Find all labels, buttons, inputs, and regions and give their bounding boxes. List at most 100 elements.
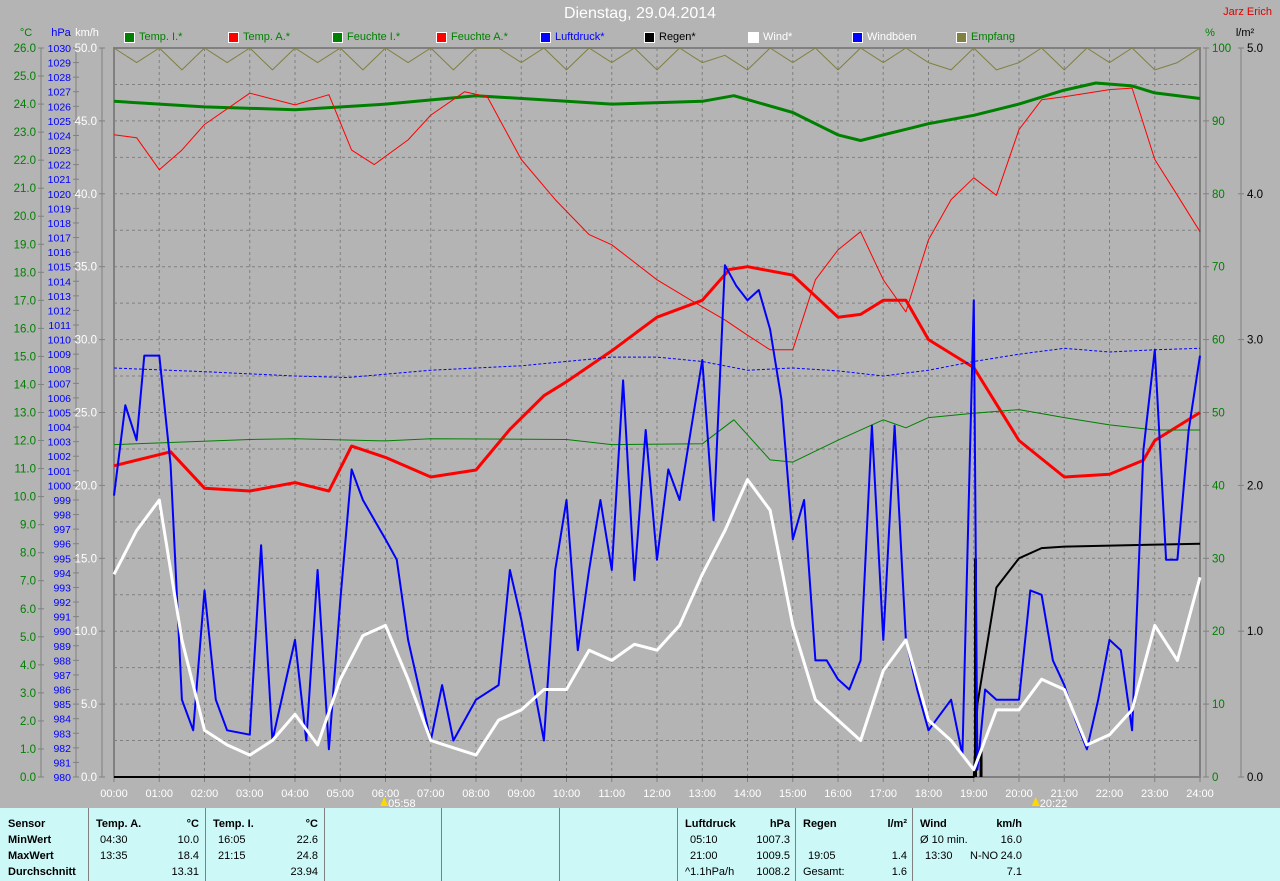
temp-axis-label: 10.0	[14, 492, 36, 504]
pressure-min-time: 05:10	[690, 834, 718, 846]
stats-row-max: MaxWert	[8, 850, 54, 862]
temp-axis-unit: °C	[20, 27, 32, 39]
rain-axis-label: 0.0	[1247, 772, 1263, 784]
temp-axis-label: 3.0	[20, 688, 36, 700]
stats-unit-wind: km/h	[996, 818, 1022, 830]
pressure-axis-label: 1015	[48, 262, 72, 274]
temp-axis-label: 11.0	[14, 464, 36, 476]
pressure-axis-label: 1017	[48, 233, 72, 245]
statistics-panel: Sensor Temp. A. °C Temp. I. °C Luftdruck…	[0, 808, 1280, 881]
legend-item-regen: Regen*	[644, 31, 748, 43]
humidity-axis-label: 10	[1212, 699, 1225, 711]
temp-axis-label: 23.0	[14, 127, 36, 139]
wind-axis-label: 5.0	[81, 699, 97, 711]
stats-unit-temp-a: °C	[186, 818, 199, 830]
pressure-axis-label: 1020	[48, 189, 72, 201]
temp-axis-label: 18.0	[14, 267, 36, 279]
x-tick-label: 13:00	[688, 788, 716, 800]
pressure-axis-label: 1029	[48, 58, 72, 70]
legend-swatch	[124, 31, 135, 43]
x-tick-label: 18:00	[915, 788, 943, 800]
pressure-axis-label: 987	[53, 670, 71, 682]
humidity-axis-label: 70	[1212, 262, 1225, 274]
wind-max-time: 13:30	[925, 850, 953, 862]
temp-a-min: 10.0	[177, 834, 199, 846]
x-tick-label: 11:00	[598, 788, 625, 800]
chart-title: Dienstag, 29.04.2014	[563, 5, 717, 22]
pressure-max-time: 21:00	[690, 850, 718, 862]
pressure-axis-label: 1012	[48, 305, 72, 317]
legend-swatch	[748, 31, 759, 43]
pressure-axis-label: 1010	[48, 335, 72, 347]
stats-header-wind: Wind	[920, 818, 947, 830]
temp-a-max: 18.4	[177, 850, 199, 862]
wind-axis-label: 50.0	[75, 43, 97, 55]
stats-header-temp-a: Temp. A.	[96, 818, 142, 830]
pressure-axis-label: 981	[53, 757, 71, 769]
sunrise-label: 05:58	[388, 798, 416, 808]
pressure-axis-label: 986	[53, 685, 71, 697]
temp-axis-label: 21.0	[14, 183, 36, 195]
humidity-axis-label: 100	[1212, 43, 1231, 55]
pressure-axis-label: 1005	[48, 408, 72, 420]
legend-swatch	[228, 31, 239, 43]
legend-item-wind: Wind*	[748, 31, 852, 43]
stats-unit-rain: l/m²	[887, 818, 907, 830]
legend-swatch	[852, 31, 863, 43]
temp-axis-label: 6.0	[20, 604, 36, 616]
temp-axis-label: 4.0	[20, 660, 36, 672]
pressure-avg: 1008.2	[756, 866, 790, 878]
temp-a-avg: 13.31	[171, 866, 199, 878]
temp-axis-label: 17.0	[14, 295, 36, 307]
rain-axis-label: 5.0	[1247, 43, 1263, 55]
pressure-axis-label: 997	[53, 524, 71, 536]
legend-label: Luftdruck*	[555, 31, 605, 43]
pressure-axis-label: 988	[53, 655, 71, 667]
wind-axis-unit: km/h	[75, 27, 99, 39]
temp-i-min-time: 16:05	[218, 834, 246, 846]
x-tick-label: 00:00	[100, 788, 128, 800]
wind-axis-label: 30.0	[75, 335, 97, 347]
rain-max-time: 19:05	[808, 850, 836, 862]
legend-item-feuchtea: Feuchte A.*	[436, 31, 540, 43]
temp-axis-label: 20.0	[14, 211, 36, 223]
temp-axis-label: 13.0	[14, 408, 36, 420]
pressure-axis-label: 1011	[48, 320, 71, 332]
pressure-axis-label: 1000	[48, 480, 72, 492]
x-tick-label: 24:00	[1186, 788, 1214, 800]
legend-label: Temp. I.*	[139, 31, 183, 43]
humidity-axis-label: 40	[1212, 480, 1225, 492]
x-tick-label: 02:00	[191, 788, 219, 800]
temp-axis-label: 9.0	[20, 520, 36, 532]
pressure-axis-label: 1027	[48, 87, 72, 99]
stats-header-temp-i: Temp. I.	[213, 818, 254, 830]
pressure-max: 1009.5	[756, 850, 790, 862]
pressure-axis-label: 1008	[48, 364, 72, 376]
x-tick-label: 14:00	[734, 788, 762, 800]
legend-item-luftdruck: Luftdruck*	[540, 31, 644, 43]
temp-i-max-time: 21:15	[218, 850, 246, 862]
pressure-axis-label: 1013	[48, 291, 72, 303]
stats-header-rain: Regen	[803, 818, 837, 830]
temp-a-min-time: 04:30	[100, 834, 128, 846]
pressure-min: 1007.3	[756, 834, 790, 846]
pressure-axis-label: 994	[53, 568, 71, 580]
temp-i-min: 22.6	[296, 834, 318, 846]
pressure-axis-label: 985	[53, 699, 71, 711]
rain-total: 1.6	[891, 866, 907, 878]
pressure-axis-label: 1014	[48, 276, 72, 288]
stats-row-avg: Durchschnitt	[8, 866, 76, 878]
x-tick-label: 19:00	[960, 788, 988, 800]
pressure-axis-label: 1003	[48, 437, 72, 449]
temp-axis-label: 16.0	[14, 323, 36, 335]
temp-axis-label: 14.0	[14, 379, 36, 391]
pressure-axis-label: 1026	[48, 101, 72, 113]
legend-label: Windböen	[867, 31, 917, 43]
pressure-axis-label: 992	[53, 597, 71, 609]
pressure-axis-label: 1028	[48, 72, 72, 84]
temp-axis-label: 2.0	[20, 716, 36, 728]
legend-label: Temp. A.*	[243, 31, 291, 43]
pressure-axis-label: 1004	[48, 422, 72, 434]
pressure-axis-label: 982	[53, 743, 71, 755]
pressure-axis-label: 1007	[48, 378, 72, 390]
